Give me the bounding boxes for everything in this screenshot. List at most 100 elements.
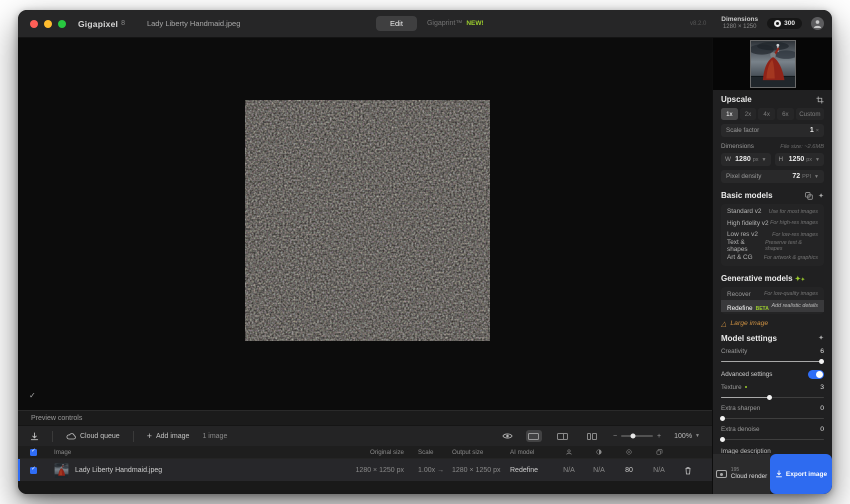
crop-icon[interactable] — [816, 95, 824, 104]
plus-icon: + — [146, 430, 152, 441]
new-badge: NEW! — [466, 20, 484, 27]
header-dimensions-value: 1280 × 1250 — [722, 23, 757, 30]
auto-sparkle-icon[interactable]: ✦ — [818, 192, 824, 200]
height-field[interactable]: H 1250 px ▼ — [774, 153, 824, 166]
scale-factor-unit: × — [815, 127, 819, 134]
height-unit: px — [806, 156, 813, 163]
cloud-icon — [66, 432, 76, 439]
bottom-toolbar: Cloud queue + Add image 1 image − + 100%… — [18, 425, 712, 446]
extra-sharpen-label: Extra sharpen — [721, 404, 761, 412]
row-quality-value: 80 — [625, 466, 633, 474]
zoom-in-button[interactable]: + — [657, 433, 661, 440]
credits-pill[interactable]: 300 — [767, 18, 802, 29]
extra-denoise-control: Extra denoise 0 — [720, 426, 824, 442]
panel-actions: 195 Cloud render Export image — [713, 454, 832, 494]
scale-factor-value[interactable]: 1 — [810, 127, 814, 134]
panel-content: Upscale 1x 2x 4x 6x Custom Scale factor … — [713, 90, 832, 454]
preview-image[interactable] — [245, 100, 490, 341]
titlebar: Gigapixel 8 Lady Liberty Handmaid.jpeg E… — [18, 10, 832, 38]
pixel-density-value[interactable]: 72 — [792, 173, 800, 180]
compare-icon[interactable] — [805, 191, 813, 200]
height-value[interactable]: 1250 — [789, 156, 805, 163]
dual-view-icon — [592, 432, 597, 440]
column-image: Image — [54, 448, 72, 456]
advanced-settings-toggle[interactable] — [808, 369, 824, 379]
extra-sharpen-value: 0 — [820, 404, 824, 412]
extra-sharpen-slider-handle[interactable] — [720, 415, 725, 421]
row-filename: Lady Liberty Handmaid.jpeg — [75, 466, 163, 474]
scale-option-custom[interactable]: Custom — [795, 108, 825, 120]
tab-gigaprint[interactable]: Gigaprint™ — [427, 20, 462, 27]
chevron-down-icon[interactable]: ▼ — [814, 174, 819, 180]
chevron-down-icon[interactable]: ▼ — [762, 157, 767, 163]
row-scale: 1.00x → — [418, 466, 445, 474]
view-single-button[interactable] — [525, 430, 542, 442]
width-value[interactable]: 1280 — [735, 156, 751, 163]
table-row[interactable]: ✓ Lady Liberty Handmaid.jpeg 1280 × 1250… — [18, 459, 712, 481]
model-item-high-fidelity-v2[interactable]: High fidelity v2 For high-res images — [721, 218, 824, 230]
chevron-down-icon: ▼ — [695, 433, 700, 439]
row-checkbox[interactable]: ✓ — [30, 466, 37, 474]
row-thumbnail — [54, 463, 69, 478]
width-field[interactable]: W 1280 px ▼ — [721, 153, 771, 166]
zoom-slider[interactable] — [621, 433, 654, 439]
advanced-settings-label: Advanced settings — [721, 370, 773, 378]
texture-slider-handle[interactable] — [767, 394, 773, 400]
delete-image-button[interactable] — [674, 466, 702, 475]
document-filename: Lady Liberty Handmaid.jpeg — [146, 19, 241, 28]
version-label: v8.2.0 — [689, 20, 707, 27]
row-ai-model: Redefine — [510, 466, 539, 474]
scale-option-6x[interactable]: 6x — [777, 108, 794, 120]
creativity-label: Creativity — [721, 347, 748, 355]
header-dimensions: Dimensions 1280 × 1250 — [721, 16, 758, 32]
extra-sharpen-slider[interactable] — [720, 415, 824, 421]
queue-table-header: ✓ Image Original size Scale Output size … — [18, 446, 712, 459]
header-dimensions-label: Dimensions — [721, 15, 759, 23]
preview-toggle-button[interactable] — [502, 432, 513, 440]
zoom-slider-handle[interactable] — [630, 433, 636, 439]
single-view-icon — [528, 432, 540, 440]
texture-slider[interactable] — [721, 394, 824, 400]
view-split-button[interactable] — [555, 430, 571, 442]
model-item-text-shapes[interactable]: Text & shapes Preserve text & shapes — [721, 239, 824, 253]
creativity-slider-handle[interactable] — [819, 358, 824, 364]
canvas[interactable]: ✓ — [18, 38, 712, 410]
creativity-slider[interactable] — [721, 358, 824, 364]
processed-checkmark: ✓ — [29, 391, 36, 400]
add-image-button[interactable]: + Add image — [146, 430, 190, 441]
row-compression-value: N/A — [653, 466, 665, 474]
image-thumbnail[interactable] — [749, 40, 796, 88]
sparkle-icon[interactable]: ✦ — [818, 334, 824, 342]
scale-factor-label: Scale factor — [726, 127, 760, 134]
cloud-render-button[interactable]: 195 Cloud render — [713, 454, 770, 494]
export-image-button[interactable]: Export image — [770, 454, 832, 494]
trash-icon — [685, 466, 691, 474]
export-queue-button[interactable] — [30, 431, 39, 441]
chevron-down-icon[interactable]: ▼ — [815, 157, 820, 163]
close-button[interactable] — [30, 19, 38, 28]
zoom-level-value: 100% — [674, 432, 693, 440]
zoom-level-dropdown[interactable]: 100% ▼ — [674, 433, 700, 440]
avatar[interactable] — [811, 17, 824, 30]
select-all-checkbox[interactable]: ✓ — [30, 448, 37, 456]
minimize-button[interactable] — [44, 19, 52, 28]
model-item-redefine[interactable]: Redefine BETA Add realistic details — [721, 300, 824, 312]
extra-denoise-slider[interactable] — [720, 436, 824, 442]
pixel-density-field[interactable]: Pixel density 72 PPI ▼ — [721, 170, 824, 183]
zoom-out-button[interactable]: − — [613, 433, 617, 440]
scale-factor-field[interactable]: Scale factor 1 × — [721, 124, 824, 137]
cloud-queue-button[interactable]: Cloud queue — [66, 433, 120, 440]
view-side-by-side-button[interactable] — [584, 430, 600, 442]
fullscreen-button[interactable] — [58, 19, 66, 28]
scale-option-2x[interactable]: 2x — [739, 108, 757, 120]
scale-option-4x[interactable]: 4x — [758, 108, 776, 120]
tab-edit[interactable]: Edit — [376, 16, 417, 31]
scale-option-1x[interactable]: 1x — [721, 108, 738, 120]
cloud-render-label: Cloud render — [730, 473, 768, 481]
large-image-warning-label: Large image — [730, 320, 769, 327]
add-image-label: Add image — [155, 432, 190, 440]
export-image-label: Export image — [785, 470, 828, 478]
model-item-art-cg[interactable]: Art & CG For artwork & graphics — [721, 252, 824, 264]
extra-denoise-slider-handle[interactable] — [720, 436, 725, 442]
model-item-standard-v2[interactable]: Standard v2 Use for most images — [721, 206, 824, 218]
